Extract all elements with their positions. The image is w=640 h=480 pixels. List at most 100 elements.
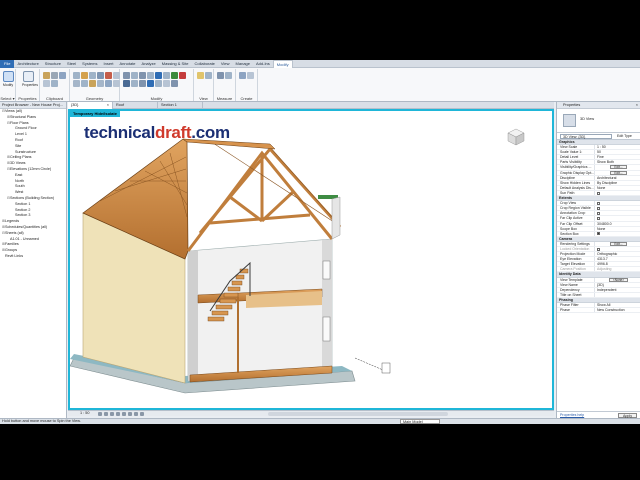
close-icon[interactable]: × xyxy=(636,102,638,109)
detail-level-icon[interactable] xyxy=(98,412,102,416)
ribbon-tab-add-ins[interactable]: Add-Ins xyxy=(253,60,273,68)
visual-style-icon[interactable] xyxy=(104,412,108,416)
checkbox[interactable] xyxy=(597,211,600,215)
ribbon-tab-steel[interactable]: Steel xyxy=(64,60,79,68)
dimension-icon[interactable] xyxy=(225,72,232,79)
browser-item[interactable]: Revit Links xyxy=(0,254,66,260)
sun-path-icon[interactable] xyxy=(110,412,114,416)
property-value[interactable]: None xyxy=(595,227,640,231)
create-part-icon[interactable] xyxy=(239,72,246,79)
property-value[interactable] xyxy=(595,232,640,236)
close-tab-icon[interactable]: × xyxy=(107,102,109,109)
ribbon-tab-modify[interactable]: Modify xyxy=(272,60,293,68)
checkbox[interactable] xyxy=(597,247,600,251)
cope-icon[interactable] xyxy=(73,72,80,79)
property-value[interactable]: None xyxy=(595,186,640,190)
copy-icon[interactable] xyxy=(59,72,66,79)
property-value[interactable]: <None> xyxy=(595,277,640,282)
ribbon-tab-file[interactable]: File xyxy=(0,60,15,68)
array-icon[interactable] xyxy=(155,80,162,87)
property-value[interactable]: Independent xyxy=(595,288,640,292)
property-value[interactable] xyxy=(595,211,640,215)
view-tab[interactable]: Section 1 xyxy=(158,102,203,109)
trim-icon[interactable] xyxy=(155,72,162,79)
rotate-icon[interactable] xyxy=(139,80,146,87)
render-icon[interactable] xyxy=(122,412,126,416)
property-value[interactable]: Architectural xyxy=(595,176,640,180)
property-value[interactable]: 4313.7 xyxy=(595,257,640,261)
drawing-canvas[interactable]: Temporary Hide/Isolate technicaldraft.co… xyxy=(68,109,554,410)
create-group-icon[interactable] xyxy=(247,72,254,79)
view-tab[interactable]: {3D} × xyxy=(68,102,113,109)
split-face-icon[interactable] xyxy=(97,72,104,79)
measure-icon[interactable] xyxy=(217,72,224,79)
checkbox[interactable] xyxy=(597,191,600,195)
beam-join-icon[interactable] xyxy=(81,80,88,87)
property-value[interactable]: Orthographic xyxy=(595,252,640,256)
ribbon-tab-analyze[interactable]: Analyze xyxy=(139,60,159,68)
type-selector[interactable]: 3D View xyxy=(557,109,640,133)
property-value[interactable]: 4996.8 xyxy=(595,262,640,266)
property-value[interactable]: {3D} xyxy=(595,283,640,287)
lock-3d-icon[interactable] xyxy=(134,412,138,416)
paste-icon[interactable] xyxy=(43,72,50,79)
property-value[interactable]: 304800.0 xyxy=(595,222,640,226)
split-icon[interactable] xyxy=(163,72,170,79)
property-value[interactable]: Show Both xyxy=(595,160,640,164)
crop-icon[interactable] xyxy=(128,412,132,416)
ribbon-tab-massing-site[interactable]: Massing & Site xyxy=(159,60,192,68)
property-value[interactable]: Show All xyxy=(595,303,640,307)
paint-icon[interactable] xyxy=(105,72,112,79)
property-value[interactable] xyxy=(595,206,640,210)
offset-icon[interactable] xyxy=(131,72,138,79)
ribbon-tab-architecture[interactable]: Architecture xyxy=(14,60,41,68)
match-type-icon[interactable] xyxy=(43,80,50,87)
ribbon-tab-collaborate[interactable]: Collaborate xyxy=(191,60,217,68)
modify-button[interactable]: Modify xyxy=(2,71,14,89)
checkbox[interactable] xyxy=(597,206,600,210)
edit-button[interactable]: Edit... xyxy=(610,165,627,170)
mirror-line-icon[interactable] xyxy=(147,72,154,79)
property-value[interactable]: Edit... xyxy=(595,170,640,175)
move-icon[interactable] xyxy=(123,80,130,87)
property-value[interactable] xyxy=(595,247,640,251)
join-icon[interactable] xyxy=(51,80,58,87)
hide-in-view-icon[interactable] xyxy=(197,72,204,79)
override-graphics-icon[interactable] xyxy=(205,72,212,79)
trim-extend-icon[interactable] xyxy=(147,80,154,87)
select-dropdown[interactable]: Select ▾ xyxy=(0,96,15,101)
copy-element-icon[interactable] xyxy=(131,80,138,87)
edit-button[interactable]: Edit... xyxy=(610,170,627,175)
align-icon[interactable] xyxy=(123,72,130,79)
join-geometry-icon[interactable] xyxy=(89,72,96,79)
property-value[interactable]: Edit... xyxy=(595,241,640,246)
edit-button[interactable]: <None> xyxy=(608,277,629,282)
view-tab[interactable]: Roof xyxy=(113,102,158,109)
mirror-axis-icon[interactable] xyxy=(139,72,146,79)
wall-joins-icon[interactable] xyxy=(73,80,80,87)
property-value[interactable]: Edit... xyxy=(595,165,640,170)
property-value[interactable]: Fine xyxy=(595,155,640,159)
checkbox[interactable] xyxy=(597,201,600,205)
shadows-icon[interactable] xyxy=(116,412,120,416)
property-value[interactable]: By Discipline xyxy=(595,181,640,185)
ribbon-tab-insert[interactable]: Insert xyxy=(101,60,117,68)
ribbon-tab-annotate[interactable]: Annotate xyxy=(117,60,139,68)
property-value[interactable]: 1 : 50 xyxy=(595,145,640,149)
demolish-icon[interactable] xyxy=(113,72,120,79)
property-value[interactable]: 50 xyxy=(595,150,640,154)
unjoin-icon[interactable] xyxy=(105,80,112,87)
view-scale[interactable]: 1 : 50 xyxy=(80,411,90,416)
cut-geometry-icon[interactable] xyxy=(81,72,88,79)
remove-paint-icon[interactable] xyxy=(89,80,96,87)
property-value[interactable] xyxy=(595,293,640,297)
ribbon-tab-view[interactable]: View xyxy=(218,60,233,68)
property-value[interactable]: Adjusting xyxy=(595,267,640,271)
checkbox[interactable] xyxy=(597,216,600,220)
property-value[interactable] xyxy=(595,201,640,205)
ribbon-tab-systems[interactable]: Systems xyxy=(79,60,100,68)
property-value[interactable]: New Construction xyxy=(595,308,640,312)
active-workset-field[interactable]: Main Model xyxy=(400,419,440,424)
delete-icon[interactable] xyxy=(179,72,186,79)
property-value[interactable] xyxy=(595,191,640,195)
